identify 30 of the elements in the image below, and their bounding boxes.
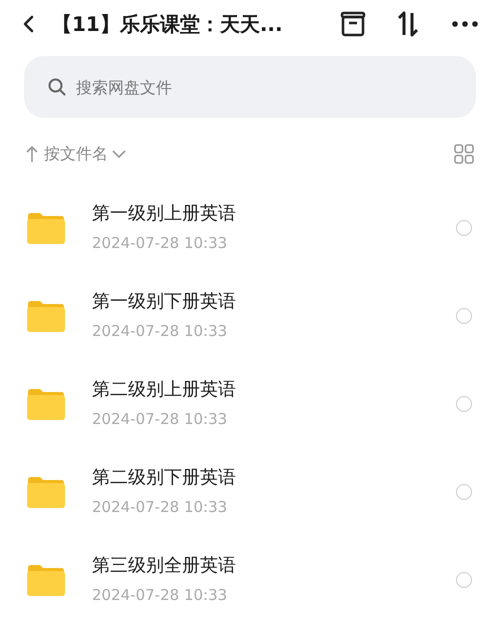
folder-icon (26, 299, 66, 333)
search-field[interactable]: 搜索网盘文件 (24, 56, 476, 118)
sort-dropdown[interactable]: 按文件名 (44, 142, 126, 166)
folder-icon (26, 563, 66, 597)
modified-date: 2024-07-28 10:33 (92, 233, 228, 253)
folder-icon (26, 211, 66, 245)
select-radio[interactable] (456, 220, 472, 236)
page-title: 【11】乐乐课堂：天天... (52, 11, 283, 38)
grid-view-icon[interactable] (454, 144, 474, 164)
box-icon[interactable] (340, 11, 366, 37)
select-radio[interactable] (456, 396, 472, 412)
search-icon (48, 78, 66, 96)
select-radio[interactable] (456, 572, 472, 588)
folder-name[interactable]: 第二级别上册英语 (92, 379, 236, 401)
back-icon[interactable] (22, 14, 36, 34)
modified-date: 2024-07-28 10:33 (92, 321, 228, 341)
folder-name[interactable]: 第二级别下册英语 (92, 467, 236, 489)
modified-date: 2024-07-28 10:33 (92, 585, 228, 605)
up-arrow-icon[interactable] (26, 145, 38, 163)
folder-name[interactable]: 第一级别下册英语 (92, 291, 236, 313)
folder-icon (26, 475, 66, 509)
select-radio[interactable] (456, 308, 472, 324)
folder-icon (26, 387, 66, 421)
more-icon[interactable] (452, 21, 478, 27)
caret-icon (112, 149, 126, 159)
folder-name[interactable]: 第一级别上册英语 (92, 203, 236, 225)
modified-date: 2024-07-28 10:33 (92, 409, 228, 429)
modified-date: 2024-07-28 10:33 (92, 497, 228, 517)
select-radio[interactable] (456, 484, 472, 500)
folder-name[interactable]: 第三级别全册英语 (92, 555, 236, 577)
